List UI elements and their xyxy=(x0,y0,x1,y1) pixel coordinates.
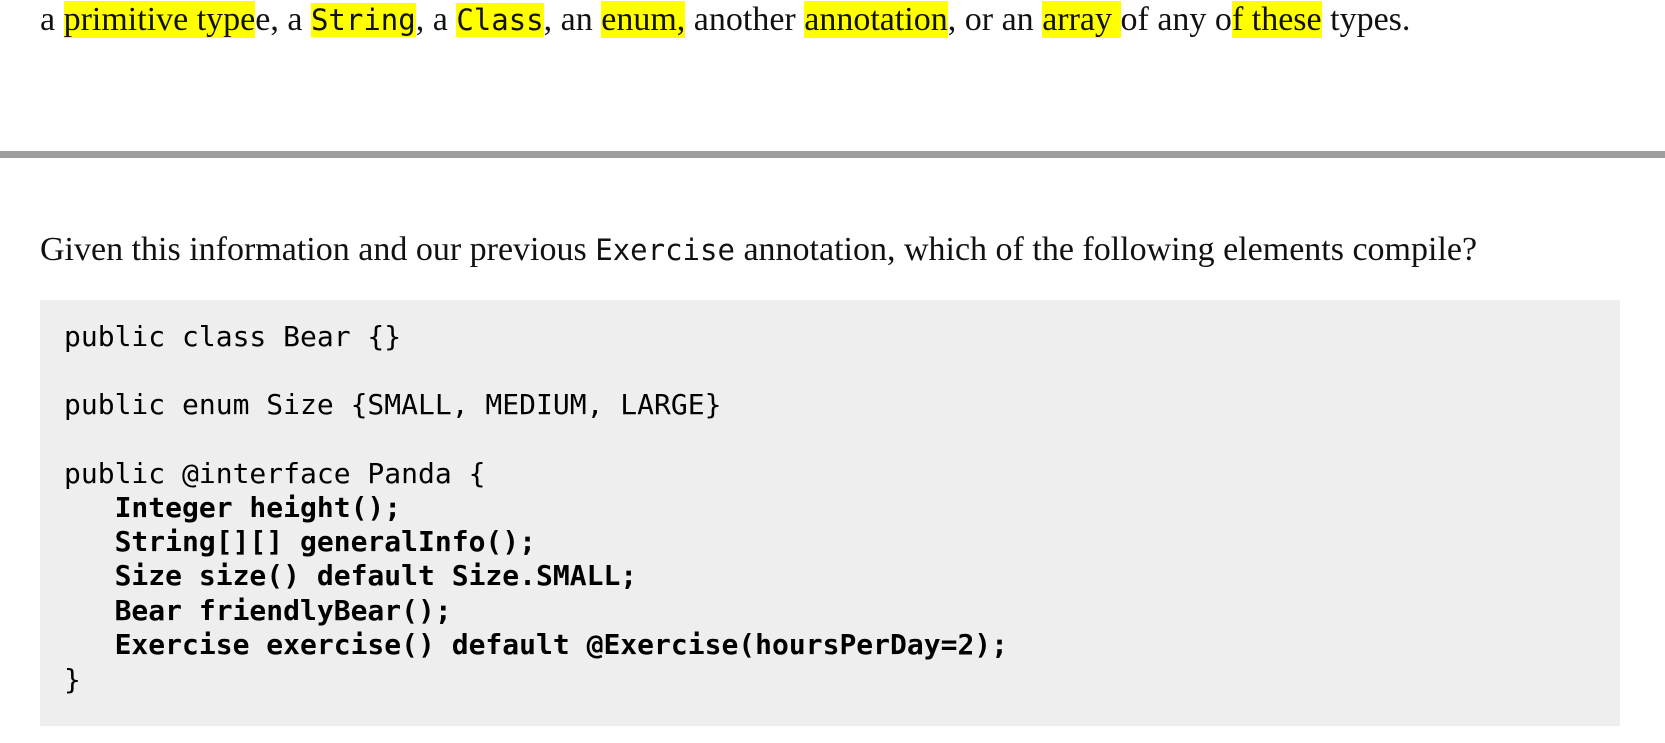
intro-seg: a xyxy=(40,1,64,38)
question-text: Given this information and our previous … xyxy=(40,228,1660,272)
code-line: Exercise exercise() default @Exercise(ho… xyxy=(64,628,1009,661)
question-after: annotation, which of the following eleme… xyxy=(734,231,1478,268)
page-divider xyxy=(0,151,1665,158)
question-before: Given this information and our previous xyxy=(40,231,596,268)
code-block: public class Bear {} public enum Size {S… xyxy=(40,300,1620,726)
intro-seg: , or an xyxy=(947,1,1043,38)
code-line: String[][] generalInfo(); xyxy=(64,525,537,558)
highlight-primitive-type: primitive type xyxy=(63,1,256,38)
highlight-string: String xyxy=(310,3,416,37)
highlight-class: Class xyxy=(456,3,544,37)
highlight-array: array xyxy=(1042,1,1121,38)
highlight-annotation: annotation xyxy=(804,1,948,38)
code-line: public @interface Panda { xyxy=(64,457,486,490)
code-line: Size size() default Size.SMALL; xyxy=(64,559,638,592)
code-line: public enum Size {SMALL, MEDIUM, LARGE} xyxy=(64,388,722,421)
intro-seg: , a xyxy=(415,1,457,38)
intro-seg: , an xyxy=(543,1,602,38)
code-line: } xyxy=(64,663,81,696)
intro-seg: e, a xyxy=(255,1,311,38)
highlight-these: f these xyxy=(1231,1,1322,38)
intro-seg: of any o xyxy=(1120,1,1232,38)
highlight-enum: enum, xyxy=(601,1,686,38)
intro-seg: types. xyxy=(1321,1,1411,38)
question-code-exercise: Exercise xyxy=(595,233,735,267)
intro-text-line: a primitive typee, a String, a Class, an… xyxy=(40,0,1410,40)
code-line: public class Bear {} xyxy=(64,320,402,353)
code-line: Bear friendlyBear(); xyxy=(64,594,452,627)
code-line: Integer height(); xyxy=(64,491,402,524)
intro-seg: another xyxy=(685,1,805,38)
